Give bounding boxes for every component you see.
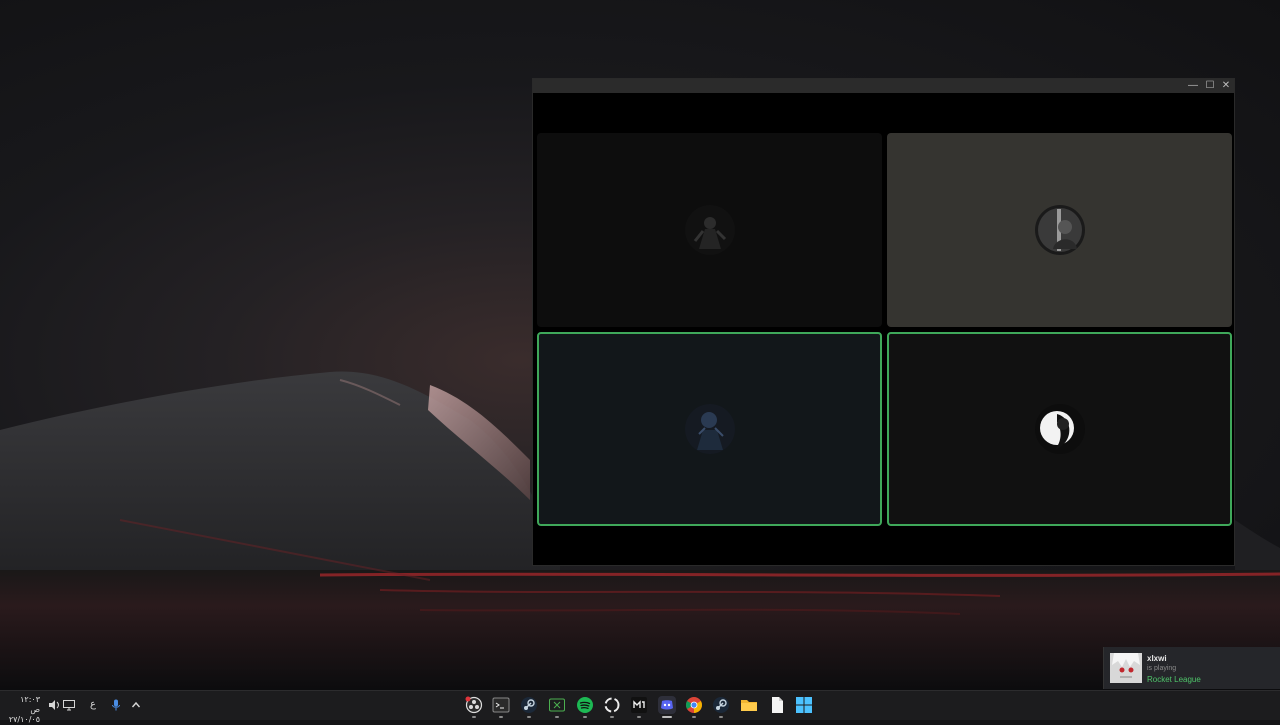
participant-tile-3[interactable] [537, 332, 882, 526]
running-indicator [555, 716, 559, 718]
language-indicator[interactable]: ع [86, 698, 100, 712]
document-icon[interactable] [768, 696, 786, 714]
volume-icon[interactable] [47, 698, 61, 712]
taskbar: ١٢:٠٣ ص ٢٧/١٠/٠٥ ع [0, 690, 1280, 724]
toast-status: is playing [1147, 665, 1177, 672]
chrome-icon[interactable] [685, 696, 703, 714]
terminal-icon[interactable] [492, 696, 510, 714]
running-indicator [583, 716, 587, 718]
steam-icon[interactable] [520, 696, 538, 714]
dark-armored-figure-avatar [684, 205, 735, 255]
folder-icon[interactable] [740, 696, 758, 714]
clock-time: ١٢:٠٣ ص [20, 695, 40, 714]
blue-armored-figure-avatar [684, 404, 735, 454]
circle-app-icon[interactable] [603, 696, 621, 714]
xbox-icon[interactable] [548, 696, 566, 714]
windows-icon[interactable] [795, 696, 813, 714]
voice-call-window: — ☐ ✕ [532, 78, 1235, 566]
participant-tile-2[interactable] [887, 133, 1232, 327]
taskbar-clock[interactable]: ١٢:٠٣ ص ٢٧/١٠/٠٥ [8, 695, 40, 725]
maximize-button[interactable]: ☐ [1203, 80, 1217, 92]
white-silhouette-avatar [1034, 404, 1085, 454]
running-indicator [692, 716, 696, 718]
display-icon[interactable] [62, 698, 76, 712]
running-indicator [499, 716, 503, 718]
clock-date: ٢٧/١٠/٠٥ [8, 715, 40, 724]
participant-tile-1[interactable] [537, 133, 882, 327]
toast-game: Rocket League [1147, 675, 1201, 684]
running-indicator [637, 716, 641, 718]
running-indicator [610, 716, 614, 718]
spotify-icon[interactable] [576, 696, 594, 714]
steam-icon[interactable] [712, 696, 730, 714]
close-button[interactable]: ✕ [1219, 80, 1233, 92]
microphone-icon[interactable] [109, 698, 123, 712]
epic-icon[interactable] [630, 696, 648, 714]
chevron-up-icon[interactable] [129, 698, 143, 712]
window-titlebar[interactable]: — ☐ ✕ [533, 79, 1234, 93]
minimize-button[interactable]: — [1186, 80, 1200, 92]
running-indicator [472, 716, 476, 718]
running-indicator [527, 716, 531, 718]
monochrome-figure-avatar [1034, 205, 1085, 255]
obs-icon[interactable] [465, 696, 483, 714]
running-indicator [719, 716, 723, 718]
discord-icon[interactable] [658, 696, 676, 714]
active-indicator [662, 716, 672, 718]
activity-notification[interactable]: xlxwi is playing Rocket League [1103, 647, 1280, 689]
participant-tile-4[interactable] [887, 332, 1232, 526]
toast-username: xlxwi [1147, 654, 1167, 663]
user-avatar [1110, 653, 1142, 683]
